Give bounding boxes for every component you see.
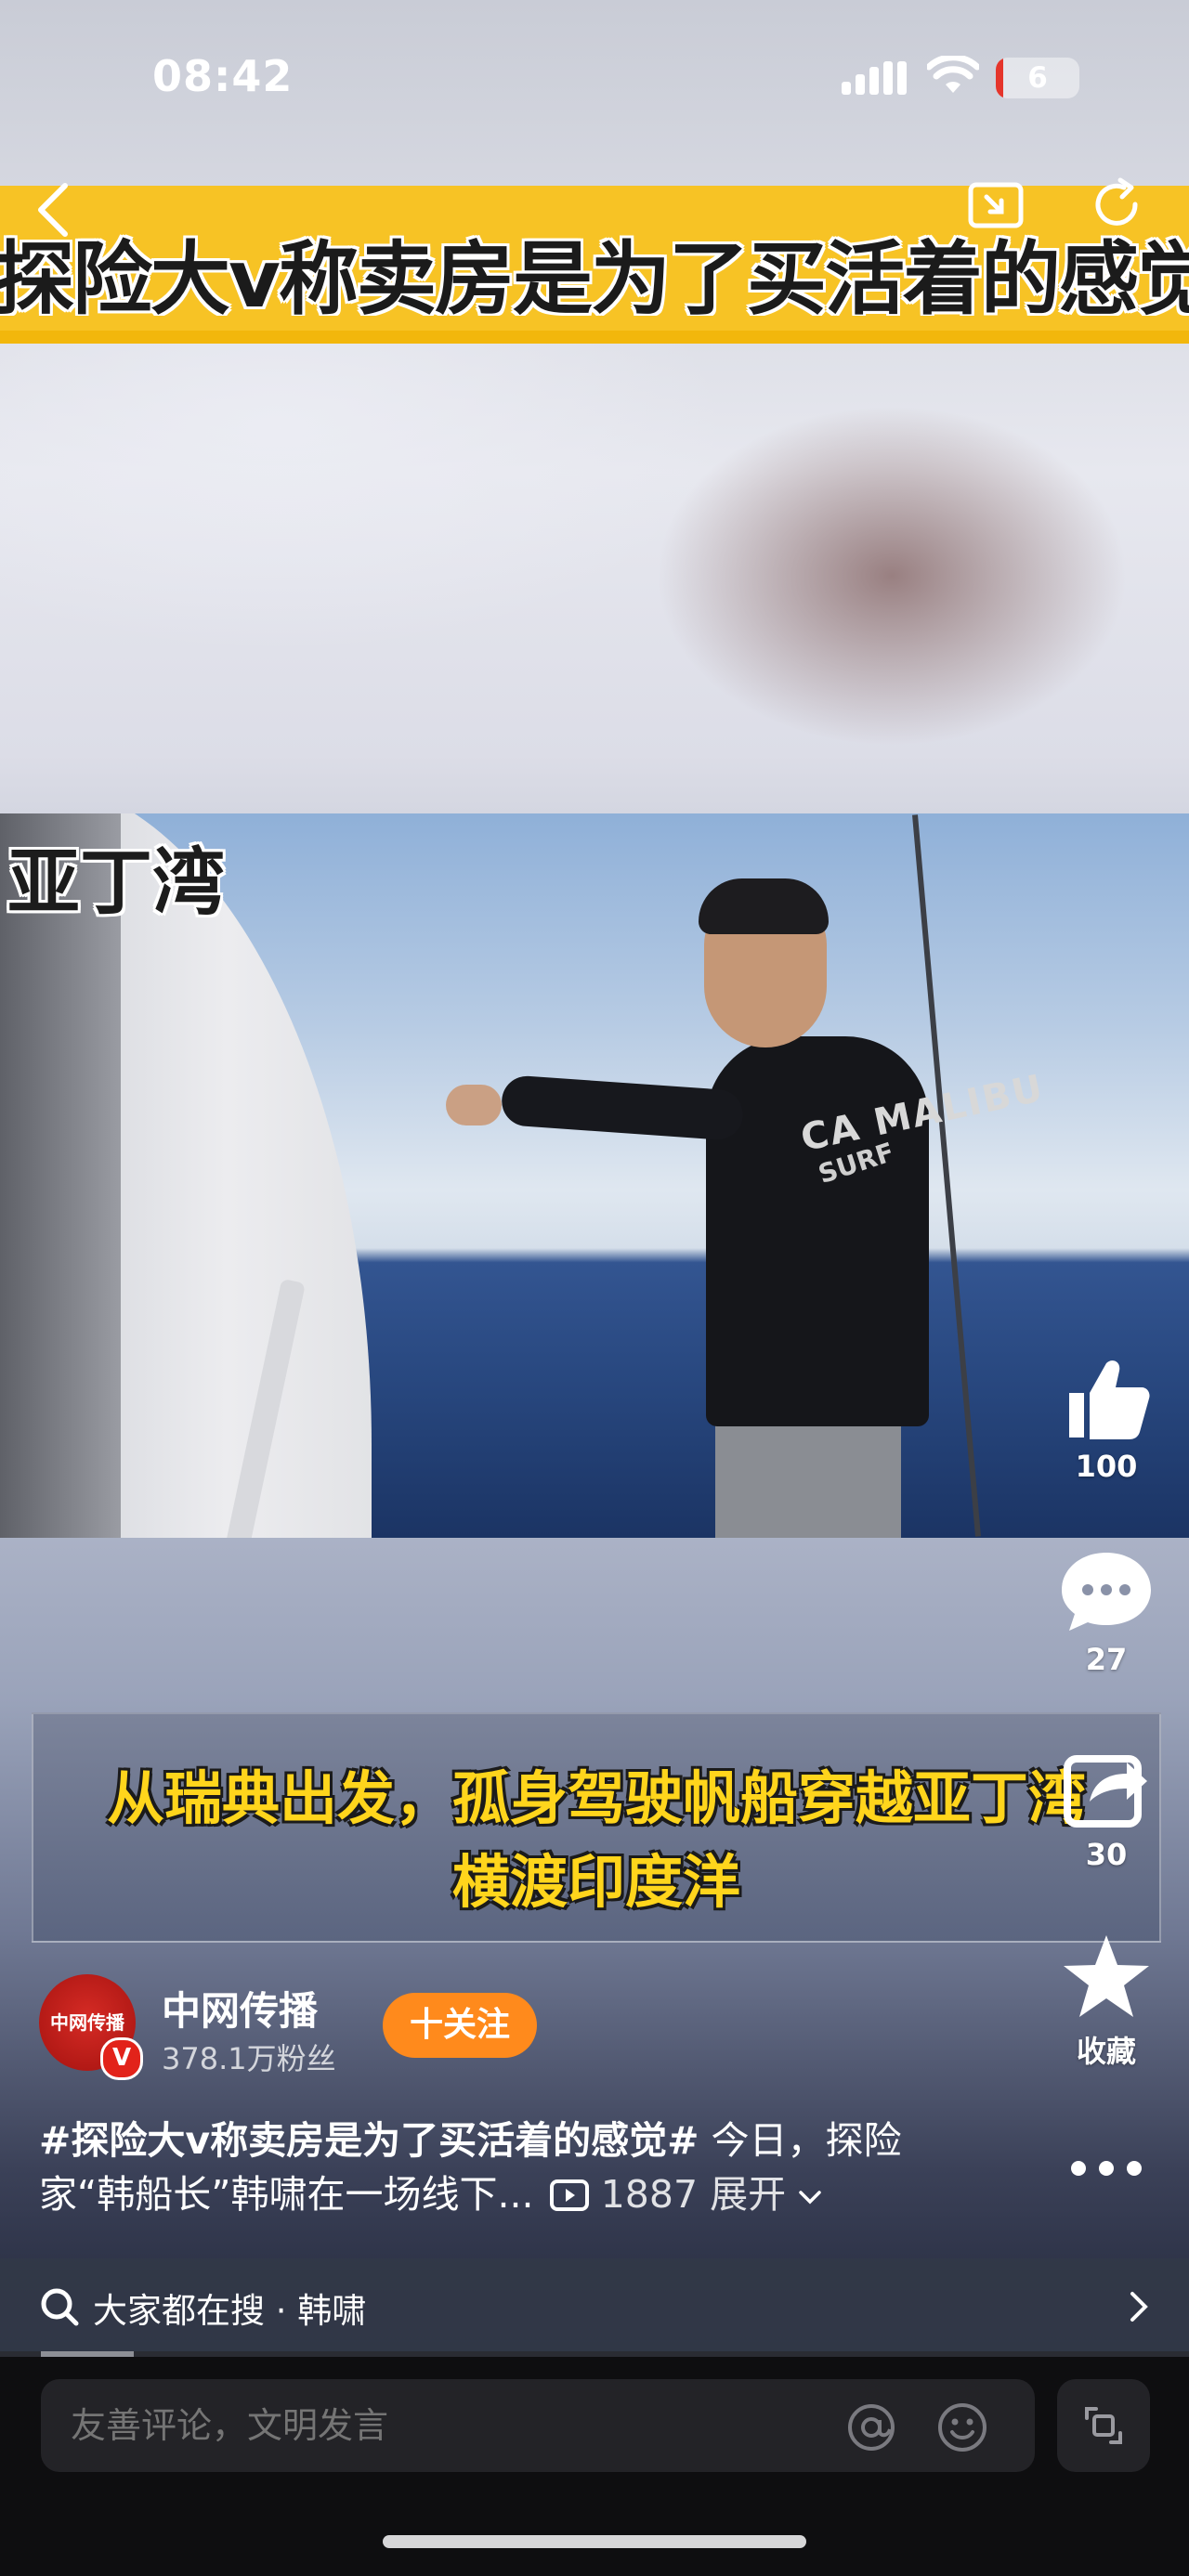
avatar-logo-text: 中网传播 bbox=[50, 2011, 124, 2034]
chevron-down-icon[interactable] bbox=[798, 2189, 822, 2205]
subtitle-line-2: 横渡印度洋 bbox=[451, 1848, 740, 1916]
person-hair bbox=[699, 878, 829, 934]
chevron-right-icon[interactable] bbox=[1128, 2290, 1150, 2323]
comment-count: 27 bbox=[1085, 1642, 1128, 1677]
related-search-label[interactable]: 大家都在搜 · 韩啸 bbox=[93, 2283, 366, 2333]
favorite-button[interactable]: 收藏 bbox=[1050, 1932, 1163, 2071]
video-player-screen: 08:42 6 探险大v称卖房是为了买活着的感觉 CA MALIBU SURF … bbox=[0, 0, 1189, 2576]
person-arm bbox=[500, 1073, 745, 1142]
play-count: 1887 bbox=[600, 2172, 699, 2217]
share-icon bbox=[1064, 1755, 1147, 1828]
like-icon bbox=[1069, 1360, 1150, 1439]
comment-icon bbox=[1062, 1553, 1151, 1631]
search-icon bbox=[41, 2288, 79, 2326]
more-icon[interactable] bbox=[1065, 2154, 1148, 2182]
expand-icon bbox=[1085, 2407, 1122, 2444]
star-icon bbox=[1064, 1935, 1149, 2017]
expand-caption-link[interactable]: 展开 bbox=[710, 2172, 786, 2217]
back-icon[interactable] bbox=[33, 182, 74, 238]
signal-icon bbox=[842, 61, 907, 95]
pip-icon[interactable] bbox=[968, 182, 1024, 230]
author-fans-count: 378.1万粉丝 bbox=[162, 2041, 336, 2076]
verified-badge: V bbox=[100, 2037, 143, 2080]
caption-hashtag[interactable]: #探险大v称卖房是为了买活着的感觉# bbox=[39, 2118, 699, 2163]
at-icon[interactable] bbox=[845, 2401, 897, 2453]
author-name[interactable]: 中网传播 bbox=[162, 1980, 318, 2036]
like-count: 100 bbox=[1075, 1449, 1138, 1484]
refresh-icon[interactable] bbox=[1089, 176, 1144, 234]
comment-button[interactable]: 27 bbox=[1050, 1549, 1163, 1677]
follow-button[interactable]: 十关注 bbox=[383, 1993, 537, 2058]
play-count-icon bbox=[549, 2179, 589, 2211]
like-button[interactable]: 100 bbox=[1050, 1358, 1163, 1484]
home-indicator bbox=[383, 2535, 806, 2548]
favorite-label: 收藏 bbox=[1076, 2034, 1136, 2069]
video-caption[interactable]: #探险大v称卖房是为了买活着的感觉# 今日，探险家“韩船长”韩啸在一场线下...… bbox=[39, 2114, 949, 2221]
location-caption: 亚丁湾 bbox=[7, 841, 226, 925]
subtitle-line-1: 从瑞典出发，孤身驾驶帆船穿越亚丁湾 bbox=[106, 1764, 1086, 1832]
person-hand bbox=[446, 1085, 502, 1125]
person-torso bbox=[706, 1036, 929, 1426]
share-button[interactable]: 30 bbox=[1050, 1746, 1163, 1872]
emoji-icon[interactable] bbox=[936, 2401, 988, 2453]
battery-level: 6 bbox=[1027, 61, 1048, 95]
status-time: 08:42 bbox=[152, 51, 294, 101]
wifi-icon bbox=[927, 56, 979, 93]
fullscreen-button[interactable] bbox=[1057, 2379, 1150, 2472]
battery-indicator: 6 bbox=[996, 58, 1079, 98]
share-count: 30 bbox=[1085, 1837, 1128, 1872]
person-pants bbox=[715, 1408, 901, 1538]
video-subtitle-box: 从瑞典出发，孤身驾驶帆船穿越亚丁湾 横渡印度洋 bbox=[32, 1712, 1161, 1943]
